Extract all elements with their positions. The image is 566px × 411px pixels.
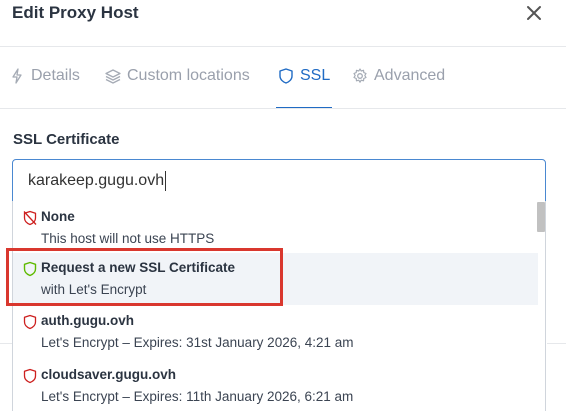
shield-icon — [23, 368, 37, 384]
option-none[interactable]: None This host will not use HTTPS — [13, 202, 538, 252]
option-subtitle: Let's Encrypt – Expires: 31st January 20… — [41, 335, 354, 350]
tab-label: SSL — [300, 67, 331, 84]
tabs-divider — [0, 108, 566, 109]
tab-ssl[interactable]: SSL — [275, 67, 333, 109]
option-title: auth.gugu.ovh — [41, 313, 134, 328]
shield-icon — [23, 314, 37, 330]
ssl-certificate-search-input[interactable]: karakeep.gugu.ovh — [28, 172, 164, 190]
dropdown-scrollbar[interactable] — [537, 202, 545, 232]
tab-bar: Details Custom locations SSL Advanced — [0, 47, 566, 109]
shield-off-icon — [23, 210, 37, 226]
lightning-icon — [9, 67, 25, 85]
dialog-header: Edit Proxy Host — [0, 0, 566, 46]
tab-label: Custom locations — [127, 67, 250, 84]
option-certificate-cloudsaver[interactable]: cloudsaver.gugu.ovh Let's Encrypt – Expi… — [13, 360, 538, 411]
gear-icon — [352, 67, 368, 85]
background-divider — [547, 343, 566, 344]
option-title: cloudsaver.gugu.ovh — [41, 367, 177, 382]
shield-icon — [23, 261, 37, 277]
option-title: Request a new SSL Certificate — [41, 260, 236, 275]
option-request-new-certificate[interactable]: Request a new SSL Certificate with Let's… — [13, 253, 538, 305]
tab-label: Details — [31, 67, 80, 84]
option-subtitle: with Let's Encrypt — [41, 282, 147, 297]
option-title: None — [41, 209, 75, 224]
tab-details[interactable]: Details — [9, 67, 80, 109]
layers-icon — [105, 67, 121, 85]
tab-label: Advanced — [374, 67, 446, 84]
ssl-certificate-label: SSL Certificate — [13, 131, 120, 148]
background-divider — [0, 343, 12, 344]
option-certificate-auth[interactable]: auth.gugu.ovh Let's Encrypt – Expires: 3… — [13, 306, 538, 358]
ssl-certificate-select[interactable]: karakeep.gugu.ovh — [12, 159, 546, 202]
option-subtitle: Let's Encrypt – Expires: 11th January 20… — [41, 389, 354, 404]
shield-icon — [278, 67, 294, 85]
tab-advanced[interactable]: Advanced — [352, 67, 445, 109]
dialog-title: Edit Proxy Host — [12, 3, 139, 22]
option-subtitle: This host will not use HTTPS — [41, 231, 215, 246]
tab-custom-locations[interactable]: Custom locations — [105, 67, 250, 109]
text-cursor — [165, 171, 166, 191]
close-icon[interactable] — [522, 1, 546, 25]
